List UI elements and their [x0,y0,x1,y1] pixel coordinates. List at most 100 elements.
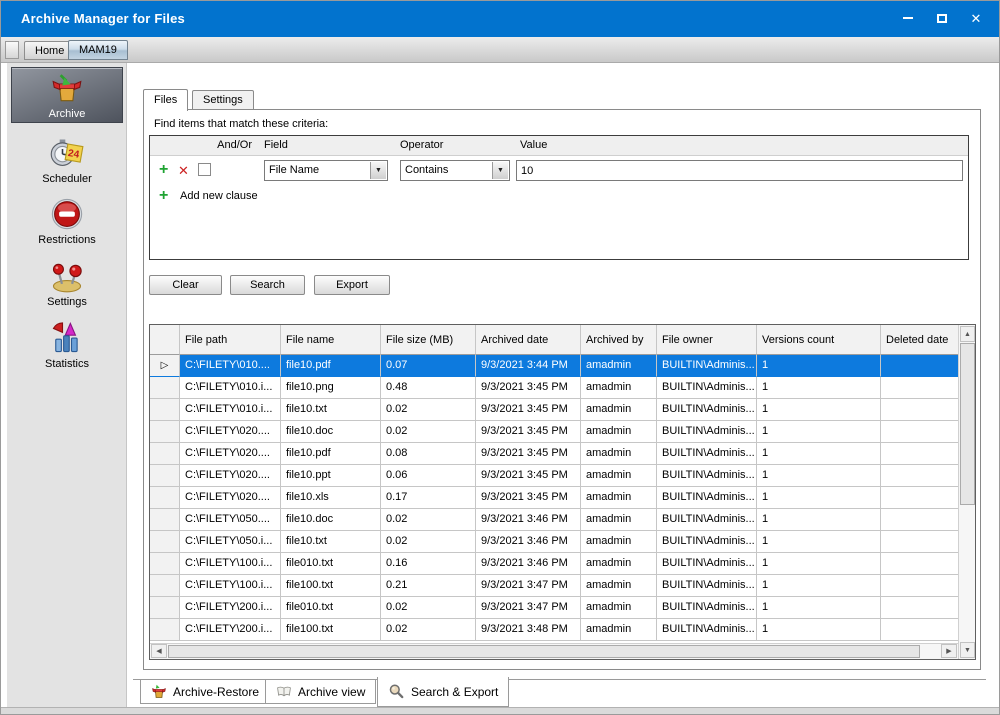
table-row[interactable]: C:\FILETY\050.i... file10.txt 0.02 9/3/2021… [150,531,958,553]
column-header[interactable]: File path [180,325,281,355]
table-cell[interactable]: BUILTIN\Adminis... [657,355,757,377]
table-cell[interactable] [881,443,958,465]
table-cell[interactable]: 9/3/2021 3:45 PM [476,421,581,443]
table-cell[interactable]: 1 [757,619,881,641]
table-cell[interactable]: 0.02 [381,509,476,531]
table-cell[interactable]: amadmin [581,355,657,377]
table-cell[interactable]: amadmin [581,421,657,443]
table-cell[interactable] [881,465,958,487]
table-cell[interactable]: 9/3/2021 3:48 PM [476,619,581,641]
column-header[interactable]: File size (MB) [381,325,476,355]
table-cell[interactable] [881,487,958,509]
sidebar-item-restrictions[interactable]: Restrictions [7,196,127,246]
table-cell[interactable]: BUILTIN\Adminis... [657,421,757,443]
sidebar-item-statistics[interactable]: Statistics [7,320,127,370]
minimize-button[interactable] [895,7,921,29]
table-cell[interactable]: C:\FILETY\100.i... [180,553,281,575]
row-selector[interactable] [150,443,180,465]
table-cell[interactable]: BUILTIN\Adminis... [657,487,757,509]
table-cell[interactable]: amadmin [581,377,657,399]
column-header[interactable]: File owner [657,325,757,355]
table-cell[interactable]: file10.txt [281,399,381,421]
table-cell[interactable]: amadmin [581,465,657,487]
table-cell[interactable]: 1 [757,531,881,553]
table-cell[interactable]: file010.txt [281,553,381,575]
table-cell[interactable]: file10.pdf [281,443,381,465]
column-header[interactable]: Archived by [581,325,657,355]
table-cell[interactable] [881,377,958,399]
table-cell[interactable]: 1 [757,509,881,531]
table-cell[interactable] [881,553,958,575]
clear-button[interactable]: Clear [149,275,222,295]
table-cell[interactable]: 1 [757,377,881,399]
table-cell[interactable]: 9/3/2021 3:44 PM [476,355,581,377]
table-cell[interactable]: C:\FILETY\010.i... [180,377,281,399]
table-cell[interactable]: C:\FILETY\050.i... [180,531,281,553]
scroll-right-icon[interactable]: ▶ [941,644,957,658]
table-cell[interactable]: file10.txt [281,531,381,553]
table-cell[interactable]: 1 [757,465,881,487]
table-cell[interactable]: 0.06 [381,465,476,487]
table-cell[interactable]: C:\FILETY\200.i... [180,619,281,641]
table-row[interactable]: ▷ C:\FILETY\010.... file10.pdf 0.07 9/3/2021… [150,355,958,377]
table-row[interactable]: C:\FILETY\020.... file10.xls 0.17 9/3/2021 … [150,487,958,509]
table-cell[interactable]: amadmin [581,553,657,575]
row-selector[interactable] [150,421,180,443]
table-row[interactable]: C:\FILETY\100.i... file100.txt 0.21 9/3/202… [150,575,958,597]
table-cell[interactable]: file10.pdf [281,355,381,377]
sidebar-item-scheduler[interactable]: 24 Scheduler [7,135,127,185]
table-cell[interactable]: BUILTIN\Adminis... [657,443,757,465]
row-selector[interactable] [150,531,180,553]
table-cell[interactable]: amadmin [581,619,657,641]
table-cell[interactable]: BUILTIN\Adminis... [657,399,757,421]
sidebar-item-archive[interactable]: Archive [11,67,123,123]
horizontal-scrollbar[interactable]: ◀ ▶ [150,643,958,659]
table-cell[interactable]: 9/3/2021 3:47 PM [476,597,581,619]
vertical-scrollbar[interactable]: ▲ ▼ [958,325,975,659]
value-input[interactable] [516,160,963,181]
row-selector[interactable] [150,575,180,597]
table-cell[interactable]: C:\FILETY\020.... [180,443,281,465]
table-row[interactable]: C:\FILETY\050.... file10.doc 0.02 9/3/2021 … [150,509,958,531]
table-cell[interactable]: 0.02 [381,597,476,619]
column-header[interactable]: File name [281,325,381,355]
scroll-down-icon[interactable]: ▼ [960,642,975,658]
add-clause-icon[interactable]: + [159,162,168,178]
table-cell[interactable]: 1 [757,575,881,597]
tab-search-export[interactable]: Search & Export [377,677,510,707]
table-cell[interactable]: file10.ppt [281,465,381,487]
table-cell[interactable]: BUILTIN\Adminis... [657,575,757,597]
table-cell[interactable]: 1 [757,421,881,443]
table-cell[interactable]: 9/3/2021 3:46 PM [476,531,581,553]
table-row[interactable]: C:\FILETY\020.... file10.doc 0.02 9/3/2021 … [150,421,958,443]
field-dropdown[interactable]: File Name ▼ [264,160,388,181]
table-cell[interactable]: 1 [757,399,881,421]
table-cell[interactable]: 0.02 [381,421,476,443]
row-selector[interactable]: ▷ [150,355,180,377]
table-cell[interactable]: 0.02 [381,531,476,553]
row-selector[interactable] [150,509,180,531]
table-cell[interactable]: 0.08 [381,443,476,465]
table-row[interactable]: C:\FILETY\200.i... file010.txt 0.02 9/3/202… [150,597,958,619]
table-cell[interactable]: 9/3/2021 3:46 PM [476,553,581,575]
row-selector[interactable] [150,377,180,399]
table-cell[interactable]: 1 [757,355,881,377]
table-cell[interactable] [881,619,958,641]
table-row[interactable]: C:\FILETY\010.i... file10.png 0.48 9/3/2021… [150,377,958,399]
table-cell[interactable]: C:\FILETY\020.... [180,487,281,509]
table-cell[interactable]: C:\FILETY\200.i... [180,597,281,619]
table-cell[interactable]: 0.16 [381,553,476,575]
table-cell[interactable]: 0.17 [381,487,476,509]
table-cell[interactable]: 9/3/2021 3:45 PM [476,465,581,487]
table-cell[interactable]: C:\FILETY\020.... [180,465,281,487]
row-selector[interactable] [150,465,180,487]
row-selector[interactable] [150,619,180,641]
search-button[interactable]: Search [230,275,305,295]
table-cell[interactable]: BUILTIN\Adminis... [657,597,757,619]
table-cell[interactable]: amadmin [581,597,657,619]
column-header[interactable]: Deleted date [881,325,958,355]
table-cell[interactable]: BUILTIN\Adminis... [657,553,757,575]
table-cell[interactable]: 9/3/2021 3:45 PM [476,377,581,399]
table-cell[interactable]: BUILTIN\Adminis... [657,377,757,399]
table-cell[interactable]: file10.doc [281,509,381,531]
